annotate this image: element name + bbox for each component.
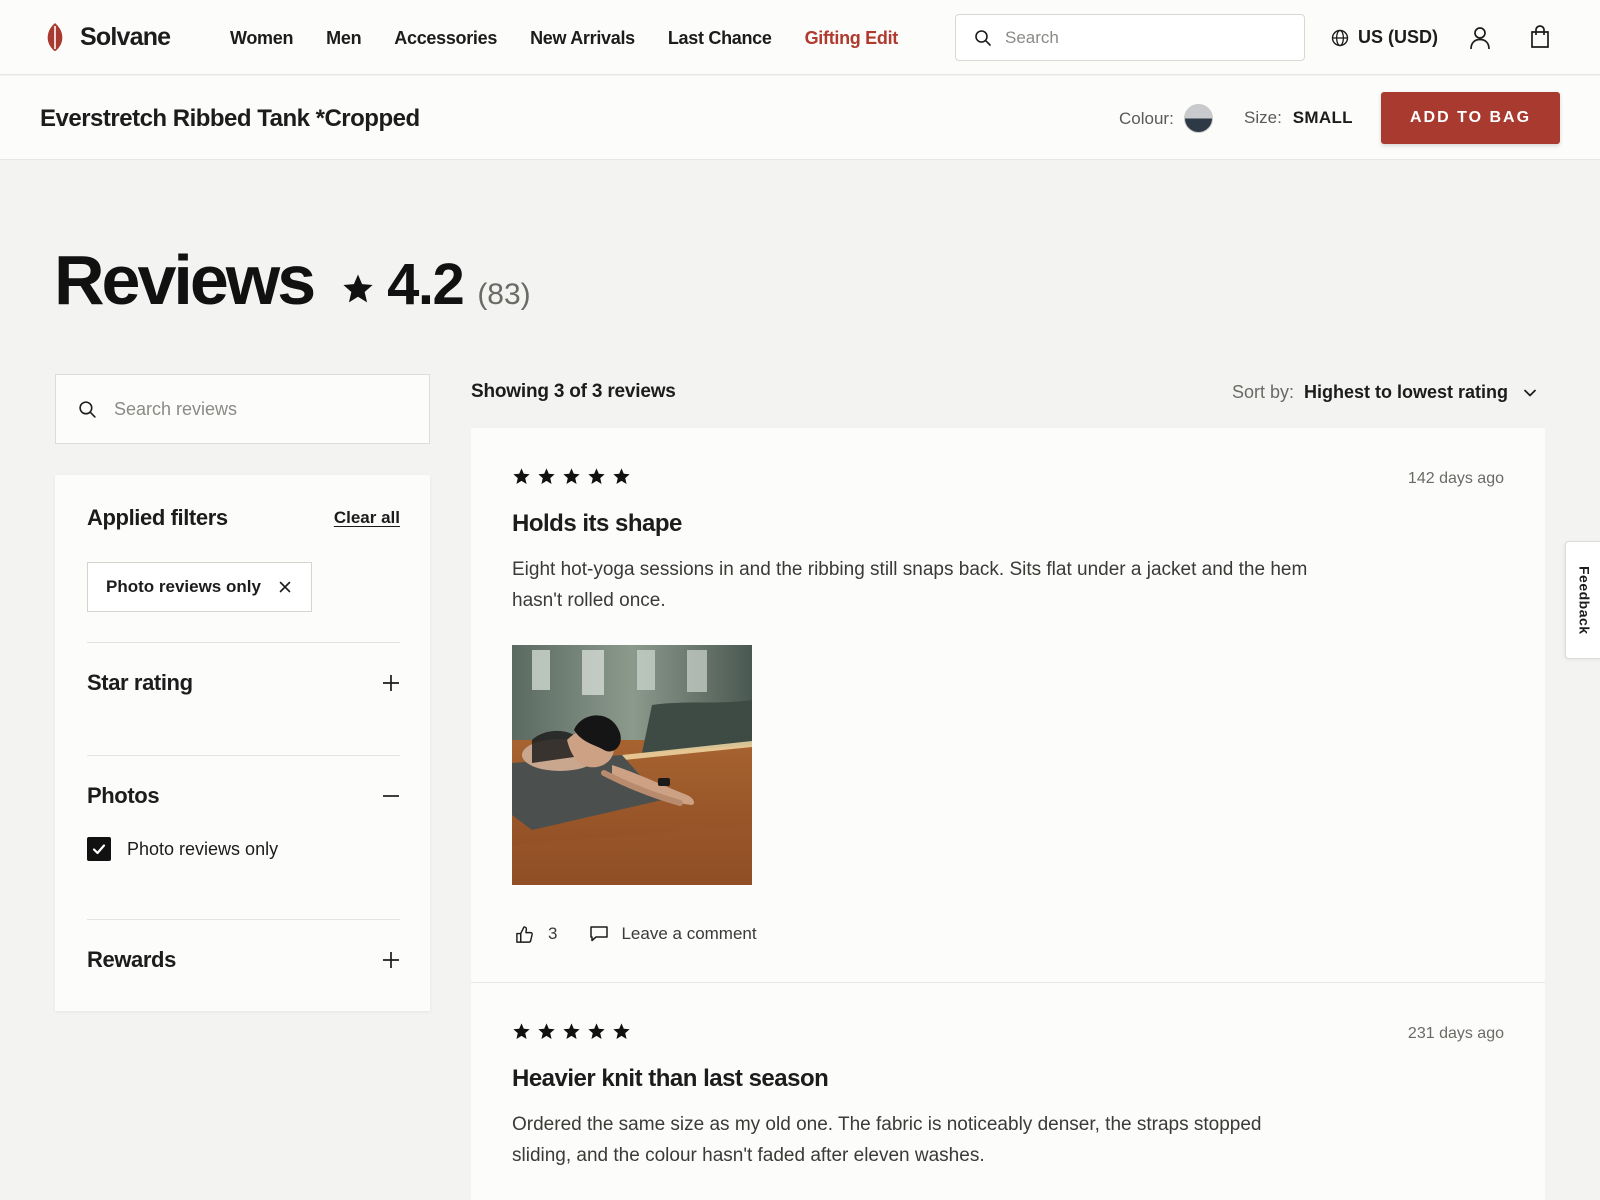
star-icon [538,468,555,484]
search-icon [79,400,96,418]
nav-men[interactable]: Men [326,28,361,49]
checkmark-icon [92,844,106,855]
top-navigation: Solvane Women Men Accessories New Arriva… [0,0,1600,75]
site-search [955,14,1305,61]
colour-option: Colour: [1119,104,1213,133]
star-icon [563,1023,580,1039]
review-count: (83) [477,278,531,311]
nav-last-chance[interactable]: Last Chance [668,28,772,49]
sort-value: Highest to lowest rating [1304,382,1509,402]
review-body: Ordered the same size as my old one. The… [512,1114,1262,1166]
review-title: Holds its shape [512,510,682,537]
photos-title: Photos [87,783,160,808]
nav-women[interactable]: Women [230,28,293,49]
star-rating-section-toggle[interactable]: Star rating [87,670,400,696]
star-icon [613,1023,630,1039]
star-rating-title: Star rating [87,670,193,695]
review-date: 142 days ago [1407,470,1504,487]
colour-label: Colour: [1119,108,1174,128]
thumbs-up-icon [516,925,533,943]
sticky-product-bar: Everstretch Ribbed Tank *Cropped Colour:… [0,76,1600,160]
locale-selector[interactable]: US (USD) [1331,27,1438,48]
nav-accessories[interactable]: Accessories [394,28,497,49]
main-menu: Women Men Accessories New Arrivals Last … [230,28,898,49]
colour-swatch[interactable] [1183,104,1213,133]
filters-header: Applied filters Clear all [87,505,400,531]
add-to-bag-button[interactable]: ADD TO BAG [1381,92,1560,144]
size-value[interactable]: SMALL [1293,108,1353,128]
applied-filter-chip[interactable]: Photo reviews only [87,562,312,612]
star-icon [343,274,373,303]
size-option: Size: SMALL [1244,108,1353,128]
comment-icon [590,926,609,942]
photo-reviews-only-checkbox[interactable] [87,837,111,861]
size-label: Size: [1244,108,1282,127]
filter-divider [87,919,400,920]
applied-filters-title: Applied filters [87,505,228,530]
star-icon [613,468,630,484]
photos-section-toggle[interactable]: Photos [87,783,400,809]
applied-filter-chip-label: Photo reviews only [106,577,261,596]
plus-icon [383,675,399,691]
star-icon [538,1023,555,1039]
close-icon[interactable] [279,581,291,593]
chevron-down-icon [1524,389,1536,396]
brand-leaf-icon [47,23,63,51]
locale-label: US (USD) [1358,27,1438,47]
helpful-count: 3 [548,924,558,943]
review-stars [512,467,631,486]
filter-divider [87,755,400,756]
filters-panel: Applied filters Clear all Photo reviews … [55,475,430,1011]
minus-icon [383,795,399,797]
star-icon [513,1023,530,1039]
search-icon [975,29,991,46]
feedback-label: Feedback [1576,565,1593,635]
site-search-input[interactable] [1005,27,1285,48]
reviews-summary: Reviews 4.2 (83) [54,240,531,320]
review-photo[interactable] [512,645,752,885]
review-card: 231 days ago Heavier knit than last seas… [471,983,1545,1200]
rewards-section-toggle[interactable]: Rewards [87,947,400,973]
bag-icon[interactable] [1530,25,1550,49]
globe-icon [1331,29,1349,46]
rewards-title: Rewards [87,947,176,972]
helpful-button[interactable]: 3 [515,924,557,944]
review-date: 231 days ago [1407,1025,1504,1042]
review-actions: 3 Leave a comment [515,924,757,944]
leave-comment-button[interactable]: Leave a comment [589,924,757,944]
clear-all-link[interactable]: Clear all [334,508,400,528]
star-icon [588,1023,605,1039]
sort-label: Sort by: [1232,382,1295,402]
nav-new-arrivals[interactable]: New Arrivals [530,28,635,49]
star-icon [563,468,580,484]
nav-gifting-edit[interactable]: Gifting Edit [805,28,899,49]
star-icon [588,468,605,484]
product-name: Everstretch Ribbed Tank *Cropped [40,105,420,132]
review-body: Eight hot-yoga sessions in and the ribbi… [512,559,1308,611]
review-title: Heavier knit than last season [512,1065,829,1092]
brand-logo[interactable]: Solvane [44,22,171,52]
results-count: Showing 3 of 3 reviews [471,381,676,402]
leave-comment-label: Leave a comment [621,924,757,943]
feedback-tab[interactable]: Feedback [1565,541,1600,659]
review-search-input[interactable] [114,398,414,420]
sort-dropdown[interactable]: Sort by: Highest to lowest rating [1232,382,1538,403]
reviews-title: Reviews [54,241,316,319]
star-icon [513,468,530,484]
photo-reviews-only-option[interactable]: Photo reviews only [87,837,278,861]
average-rating: 4.2 [387,252,465,317]
filter-divider [87,642,400,643]
account-icon[interactable] [1469,26,1491,50]
review-photo-image [512,645,752,885]
brand-name: Solvane [80,22,171,51]
review-search [55,374,430,444]
plus-icon [383,952,399,968]
review-card: 142 days ago Holds its shape Eight hot-y… [471,428,1545,982]
photo-reviews-only-label: Photo reviews only [127,838,279,859]
review-stars [512,1022,631,1041]
